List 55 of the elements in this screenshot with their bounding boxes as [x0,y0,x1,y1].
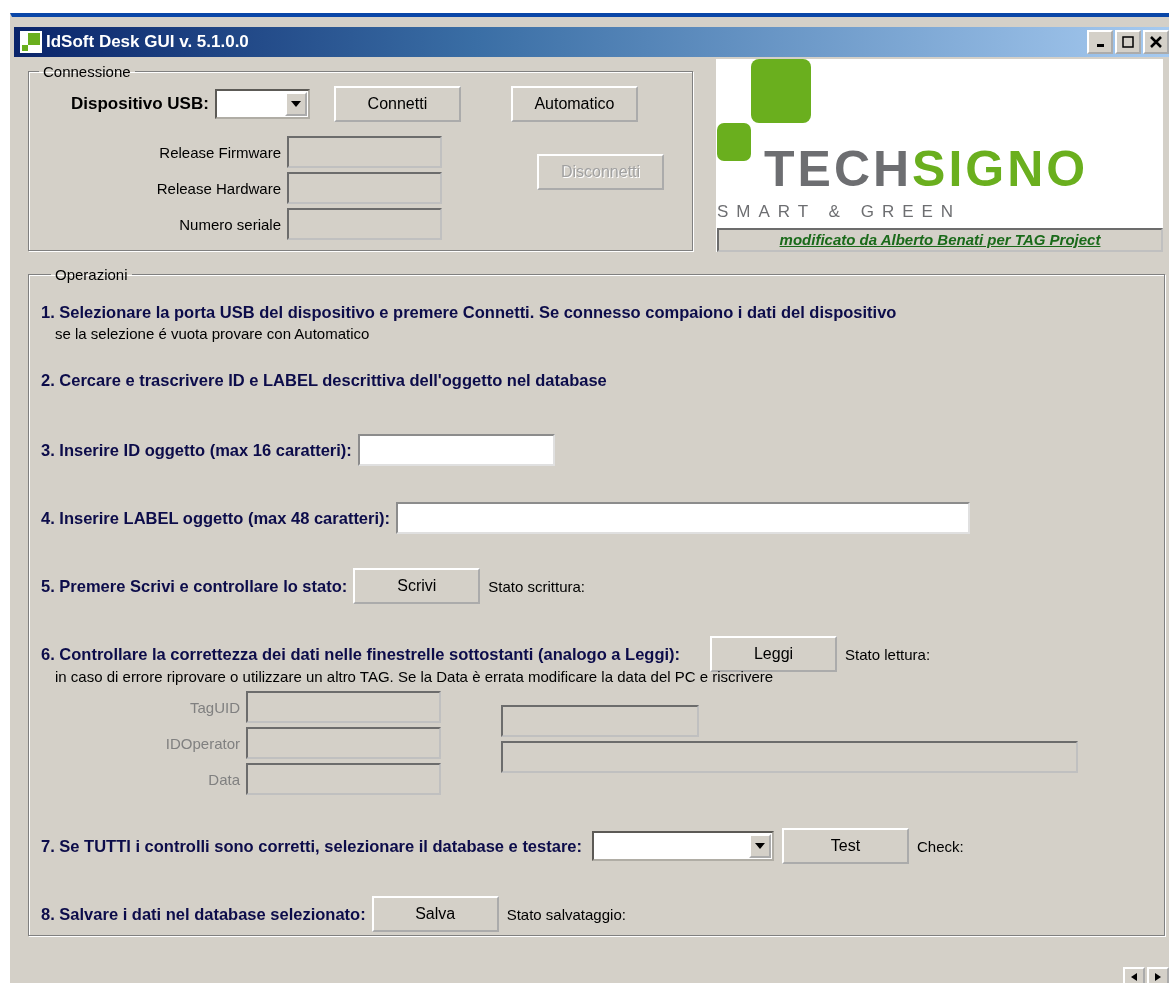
logo-tagline: SMART & GREEN [717,202,962,222]
scroll-right-button[interactable] [1147,967,1169,983]
scroll-left-button[interactable] [1123,967,1145,983]
readonly-field[interactable] [287,172,442,204]
step-instruction: 3. Inserire ID oggetto (max 16 caratteri): [41,440,352,460]
window-title: IdSoft Desk GUI v. 5.1.0.0 [46,32,250,52]
text-input[interactable] [396,502,971,534]
field-label: Release Firmware [159,143,281,161]
step-instruction: 5. Premere Scrivi e controllare lo stato: [41,576,348,596]
left-arrow-icon [1131,973,1137,981]
step-instruction: 8. Salvare i dati nel database selezionato: [41,904,366,924]
readonly-field[interactable] [501,705,699,737]
field-label: IDOperator [165,734,240,752]
action-button[interactable]: Test [782,828,909,864]
step-note: se la selezione é vuota provare con Automatico [55,325,371,342]
step-instruction: 1. Selezionare la porta USB del dispositivo e premere Connetti. Se connesso compaiono i dati del dispositivo [41,303,898,322]
field-label: TagUID [189,698,240,716]
field-label: Data [208,770,240,788]
logo-wordmark: TECHSIGNO [764,144,1089,194]
readonly-field[interactable] [287,136,442,168]
status-label: Check: [917,837,964,855]
step-instruction: 6. Controllare la correttezza dei dati nelle finestrelle sottostanti (analogo a Leggi): [41,644,681,664]
readonly-field[interactable] [287,208,442,240]
credit-label: modificato da Alberto Benati per TAG Project [717,228,1163,252]
action-button[interactable]: Leggi [710,636,838,672]
readonly-field[interactable] [246,763,441,795]
status-label: Stato salvataggio: [506,905,626,923]
auto-button[interactable]: Automatico [510,86,638,122]
step-instruction: 2. Cercare e trascrivere ID e LABEL descrittiva dell'oggetto nel database [41,371,608,390]
status-label: Stato lettura: [845,645,931,663]
action-button[interactable]: Scrivi [353,568,481,604]
device-dropdown[interactable] [214,89,310,119]
close-icon [1150,36,1162,48]
group-title: Connessione [42,63,132,80]
app-icon [20,31,42,53]
device-label: Dispositivo USB: [71,94,209,114]
close-button[interactable] [1143,30,1169,54]
group-title: Operazioni [54,266,129,283]
step-instruction: 7. Se TUTTI i controlli sono corretti, selezionare il database e testare: [41,836,582,856]
maximize-button[interactable] [1115,30,1141,54]
step-instruction: 4. Inserire LABEL oggetto (max 48 caratteri): [41,508,391,528]
readonly-field[interactable] [246,691,441,723]
field-label: Numero seriale [179,215,281,233]
minimize-icon [1096,44,1104,47]
status-label: Stato scrittura: [488,577,585,595]
readonly-field[interactable] [501,741,1078,773]
action-button[interactable]: Salva [371,896,499,932]
right-arrow-icon [1155,973,1161,981]
database-dropdown[interactable] [592,831,774,861]
connect-button[interactable]: Connetti [333,86,461,122]
readonly-field[interactable] [246,727,441,759]
field-label: Release Hardware [156,179,281,197]
maximize-icon [1122,36,1134,48]
text-input[interactable] [357,434,555,466]
minimize-button[interactable] [1087,30,1113,54]
